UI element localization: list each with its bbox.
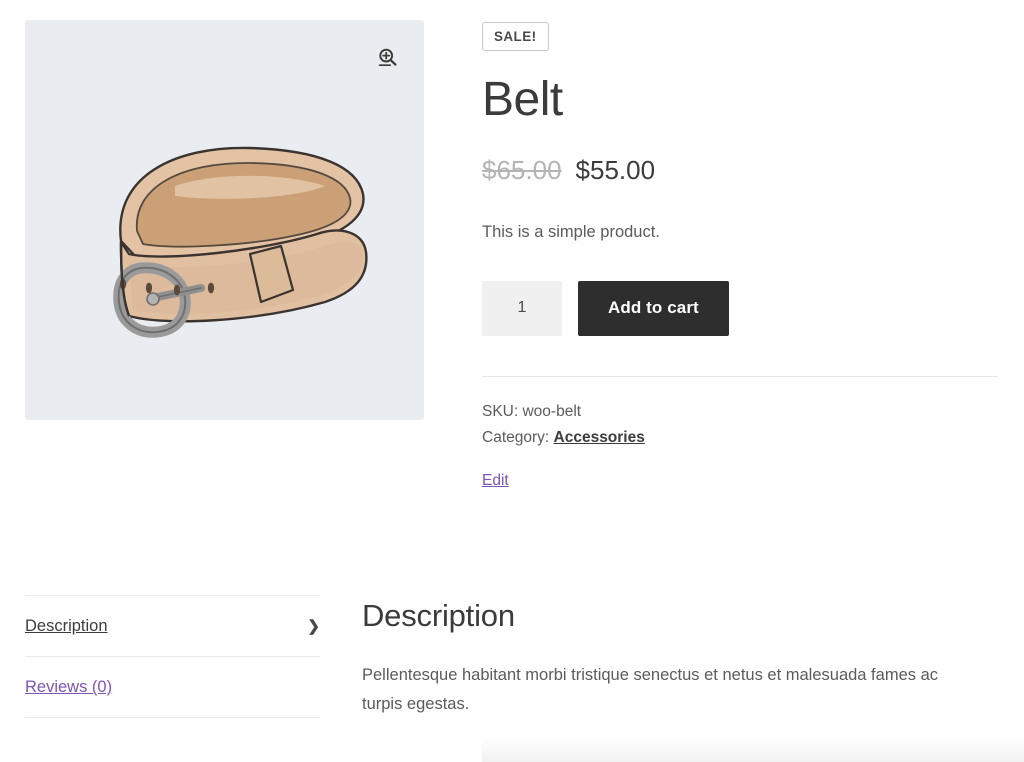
product-gallery[interactable] xyxy=(25,20,424,420)
meta-divider xyxy=(482,375,998,377)
tab-description[interactable]: Description ❯ xyxy=(25,595,320,656)
category-label: Category: xyxy=(482,429,550,447)
chevron-right-icon: ❯ xyxy=(307,618,320,635)
sku-line: SKU: woo-belt xyxy=(482,402,582,420)
product-meta: SKU: woo-belt Category: Accessories xyxy=(482,399,998,452)
add-to-cart-button[interactable]: Add to cart xyxy=(578,280,729,336)
tab-reviews-label: Reviews (0) xyxy=(25,678,113,696)
panel-body: Pellentesque habitant morbi tristique se… xyxy=(362,666,939,714)
category-link[interactable]: Accessories xyxy=(554,429,645,446)
price-row: $65.00 $55.00 xyxy=(482,155,998,186)
panel-title: Description xyxy=(362,598,515,633)
price-original: $65.00 xyxy=(482,155,562,186)
tab-description-label: Description xyxy=(25,617,108,635)
category-line: Category: Accessories xyxy=(482,425,998,452)
product-main-section: SALE! Belt $65.00 $55.00 This is a simpl… xyxy=(0,0,1024,565)
product-summary: SALE! Belt $65.00 $55.00 This is a simpl… xyxy=(482,0,998,490)
quantity-input[interactable] xyxy=(482,280,562,336)
tab-panel-description: Description Pellentesque habitant morbi … xyxy=(362,598,982,720)
page-title: Belt xyxy=(482,72,563,126)
tab-reviews[interactable]: Reviews (0) xyxy=(25,656,320,718)
price-sale: $55.00 xyxy=(575,155,656,186)
short-description: This is a simple product. xyxy=(482,223,660,242)
magnifier-plus-icon[interactable] xyxy=(374,44,402,72)
product-page: SALE! Belt $65.00 $55.00 This is a simpl… xyxy=(0,0,1024,762)
bottom-shadow-strip xyxy=(482,738,1024,762)
sale-badge: SALE! xyxy=(482,22,549,51)
edit-link[interactable]: Edit xyxy=(482,472,509,490)
product-image-belt[interactable] xyxy=(25,20,424,420)
tab-list: Description ❯ Reviews (0) xyxy=(25,595,320,718)
add-to-cart-form: Add to cart xyxy=(482,280,998,336)
